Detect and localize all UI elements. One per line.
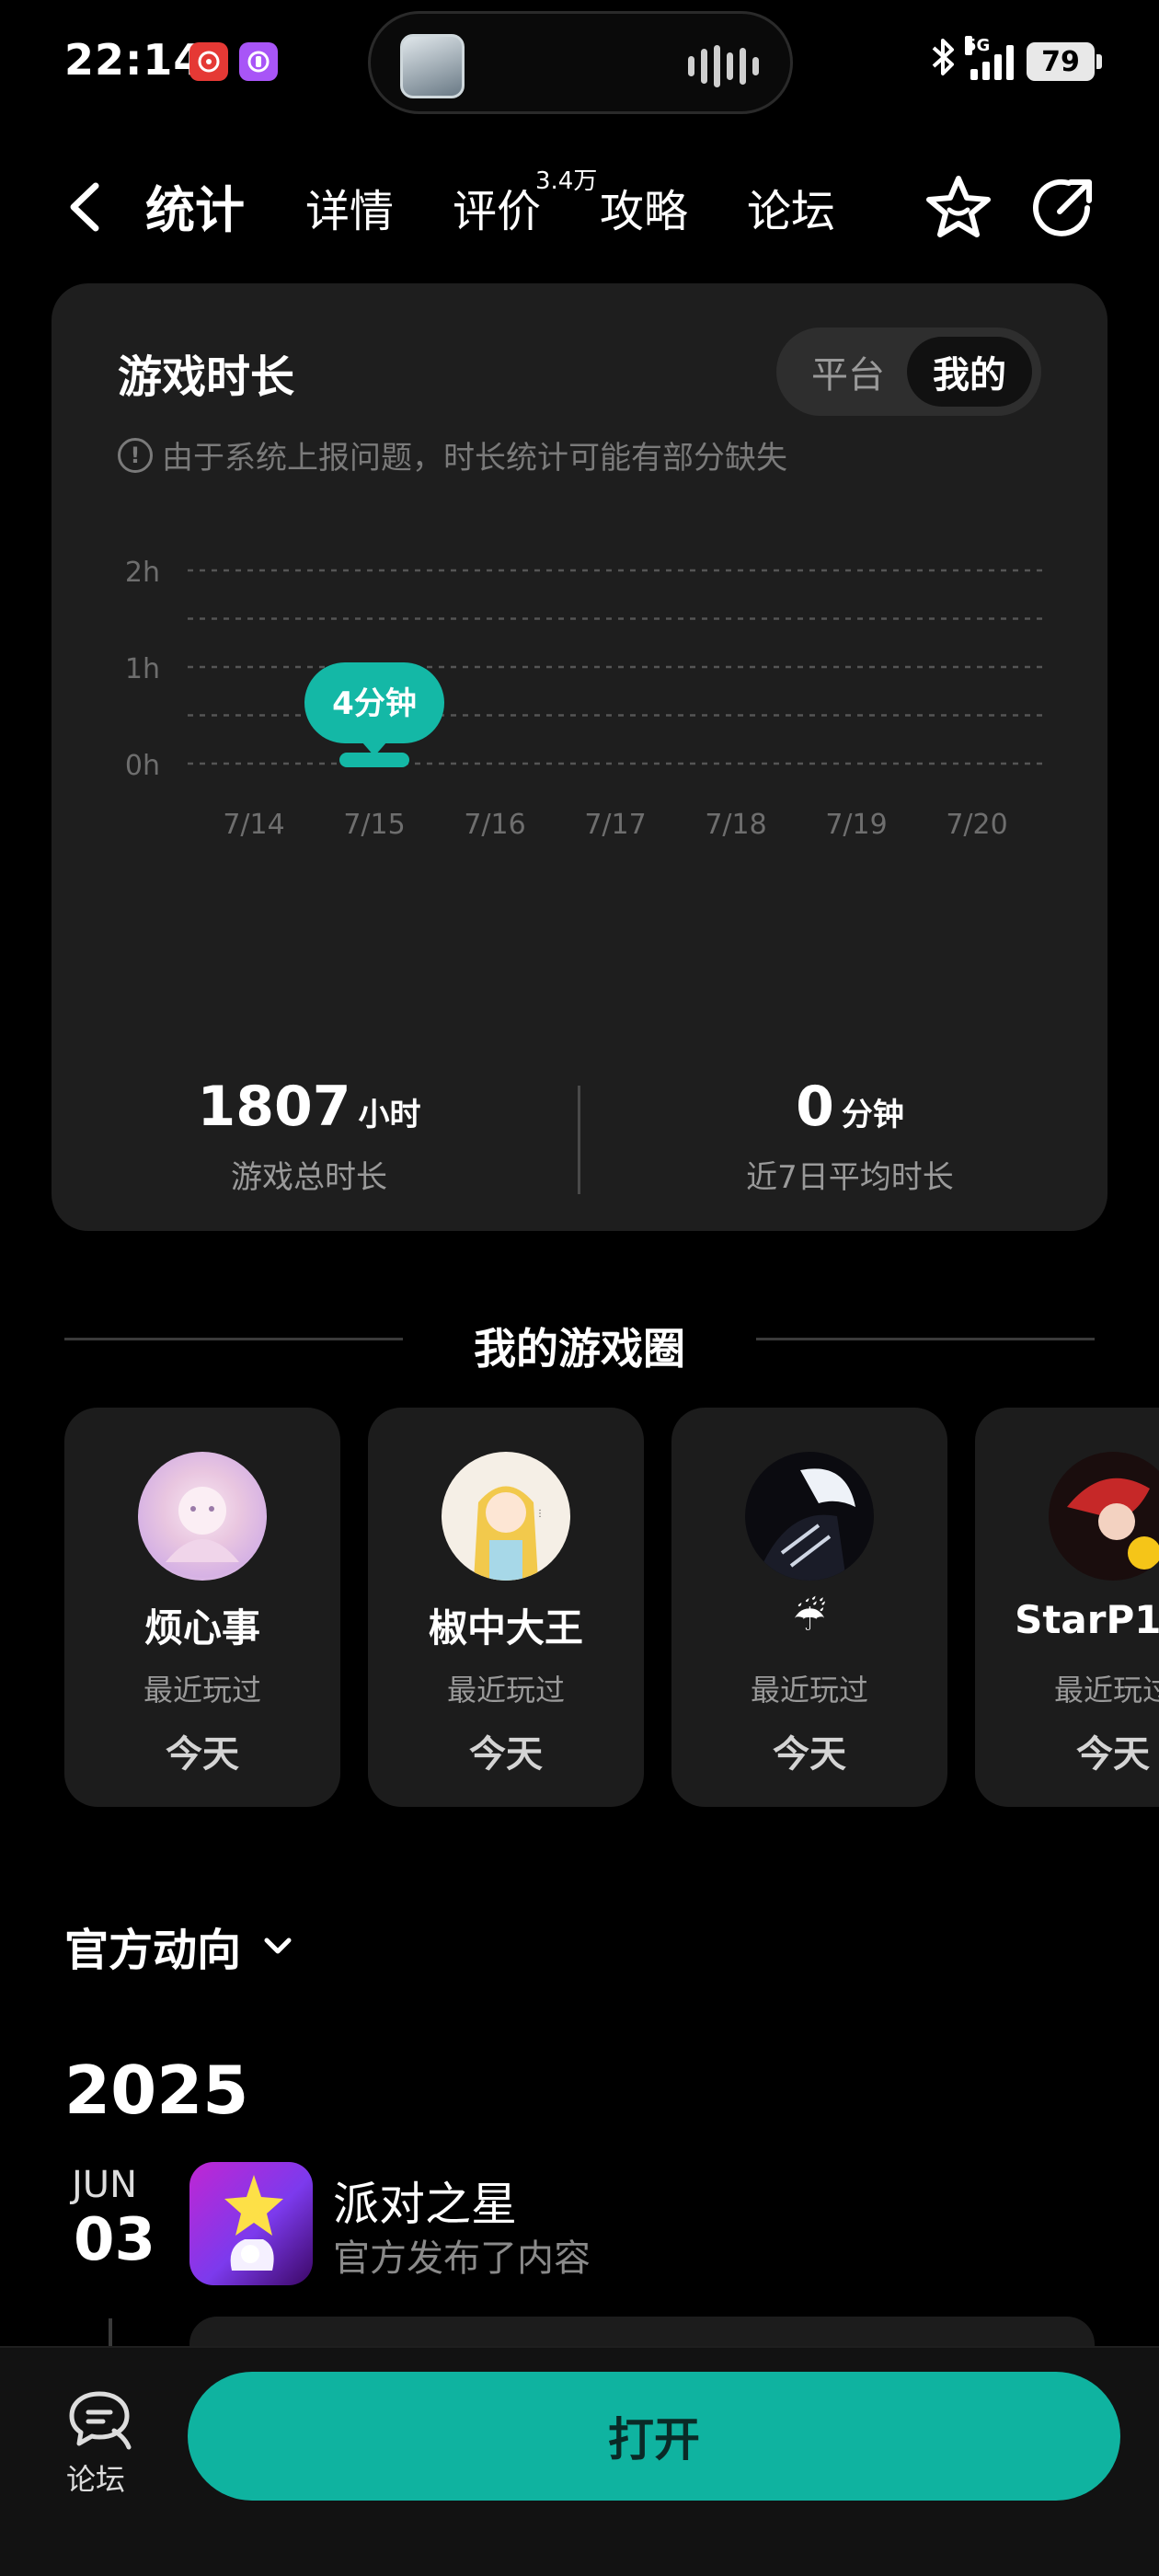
data-notice: ! 由于系统上报问题，时长统计可能有部分缺失 [118,432,787,477]
avatar [745,1452,874,1581]
post-month: JUN [72,2164,137,2206]
audio-wave-icon [688,45,759,87]
playtime-card: 游戏时长 平台 我的 ! 由于系统上报问题，时长统计可能有部分缺失 0h 1h 2h… [52,283,1107,1231]
share-icon[interactable] [1027,171,1100,245]
official-feed-dropdown[interactable]: 官方动向 [64,1914,296,1978]
total-playtime: 1807 小时 游戏总时长 [52,1075,567,1197]
circle-card[interactable]: ⋮ 椒中大王 最近玩过 今天 [368,1408,644,1807]
status-bar: 22:14 5G 79 [0,0,1159,120]
card-title: 游戏时长 [118,351,295,403]
post-day: 03 [74,2206,156,2274]
circle-day: 今天 [773,1733,846,1776]
chevron-down-icon [264,1938,292,1954]
total-label: 游戏总时长 [231,1159,387,1196]
toggle-platform[interactable]: 平台 [786,337,911,407]
feed-year: 2025 [64,2052,249,2129]
total-value: 1807 [197,1075,351,1139]
circle-name: StarP1ay [1015,1597,1159,1642]
circle-day: 今天 [469,1733,543,1776]
y-tick-label: 1h [125,653,160,685]
x-tick-label: 7/19 [825,809,887,841]
x-tick-label: 7/17 [584,809,646,841]
y-tick-label: 2h [125,557,160,589]
bottom-bar: 论坛 打开 [0,2346,1159,2576]
circle-subtitle: 最近玩过 [1053,1673,1159,1708]
bluetooth-icon [930,37,958,86]
avg-unit: 分钟 [841,1097,904,1133]
circle-subtitle: 最近玩过 [446,1673,565,1708]
avg-label: 近7日平均时长 [746,1159,954,1196]
x-tick-label: 7/14 [223,809,284,841]
stat-divider [578,1086,580,1194]
forum-icon[interactable] [64,2386,134,2456]
forum-label: 论坛 [66,2462,126,2497]
status-time: 22:14 [64,35,204,85]
tab-reviews[interactable]: 评价 [453,175,541,239]
circles-list: 烦心事 最近玩过 今天 ⋮ 椒中大王 最近玩过 今天 ☔ 最近玩过 今天 Sta… [64,1408,1159,1807]
tab-stats[interactable]: 统计 [145,169,245,242]
post-title[interactable]: 派对之星 [333,2168,517,2234]
open-game-button[interactable]: 打开 [188,2372,1120,2501]
top-nav: 统计 详情 评价 3.4万 攻略 论坛 [0,147,1159,267]
signal-icon: 5G [965,36,1014,80]
avatar [1049,1452,1159,1581]
favorite-star-icon[interactable] [922,171,995,245]
circle-card[interactable]: 烦心事 最近玩过 今天 [64,1408,340,1807]
stats-scope-toggle: 平台 我的 [776,328,1041,416]
back-icon[interactable] [61,178,109,236]
x-tick-label: 7/20 [946,809,1007,841]
playtime-chart: 0h 1h 2h 7/14 7/15 7/16 7/17 7/18 7/19 7/20 4分钟 [125,557,1043,841]
svg-text:⋮: ⋮ [535,1509,545,1519]
media-thumbnail [400,34,465,98]
tooltip-label: 4分钟 [332,685,417,722]
x-tick-label: 7/15 [343,809,405,841]
circle-subtitle: 最近玩过 [143,1673,261,1708]
dynamic-island[interactable] [368,11,793,114]
post-subtitle: 官方发布了内容 [333,2237,591,2280]
official-title: 官方动向 [64,1925,242,1976]
tab-forum[interactable]: 论坛 [747,175,835,239]
x-tick-label: 7/18 [705,809,766,841]
tab-details[interactable]: 详情 [305,175,394,239]
notice-text: 由于系统上报问题，时长统计可能有部分缺失 [162,440,787,477]
circle-name: ☔ [793,1597,826,1639]
avg-playtime: 0 分钟 近7日平均时长 [592,1075,1107,1197]
circles-title: 我的游戏圈 [474,1324,685,1374]
avg-value: 0 [796,1075,834,1139]
review-count-badge: 3.4万 [535,167,598,195]
circle-name: 烦心事 [143,1605,260,1650]
circles-header: 我的游戏圈 [64,1306,1095,1374]
status-indicators: 5G 79 [930,36,1102,86]
circle-card[interactable]: StarP1ay 最近玩过 今天 [975,1408,1159,1807]
network-type: 5G [965,36,991,55]
tab-guides[interactable]: 攻略 [600,175,688,239]
x-tick-label: 7/16 [464,809,525,841]
battery-icon: 79 [1027,42,1102,81]
info-icon: ! [118,437,153,473]
total-unit: 小时 [358,1097,421,1133]
circle-day: 今天 [1076,1733,1150,1776]
y-tick-label: 0h [125,750,160,782]
netease-music-icon [189,42,228,81]
avatar [138,1452,267,1581]
game-icon[interactable] [189,2162,313,2285]
avatar: ⋮ [442,1452,570,1581]
circle-card[interactable]: ☔ 最近玩过 今天 [671,1408,947,1807]
circle-subtitle: 最近玩过 [750,1673,868,1708]
toggle-mine[interactable]: 我的 [907,337,1032,407]
app-icon [239,42,278,81]
circle-day: 今天 [166,1733,239,1776]
circle-name: 椒中大王 [428,1605,583,1650]
